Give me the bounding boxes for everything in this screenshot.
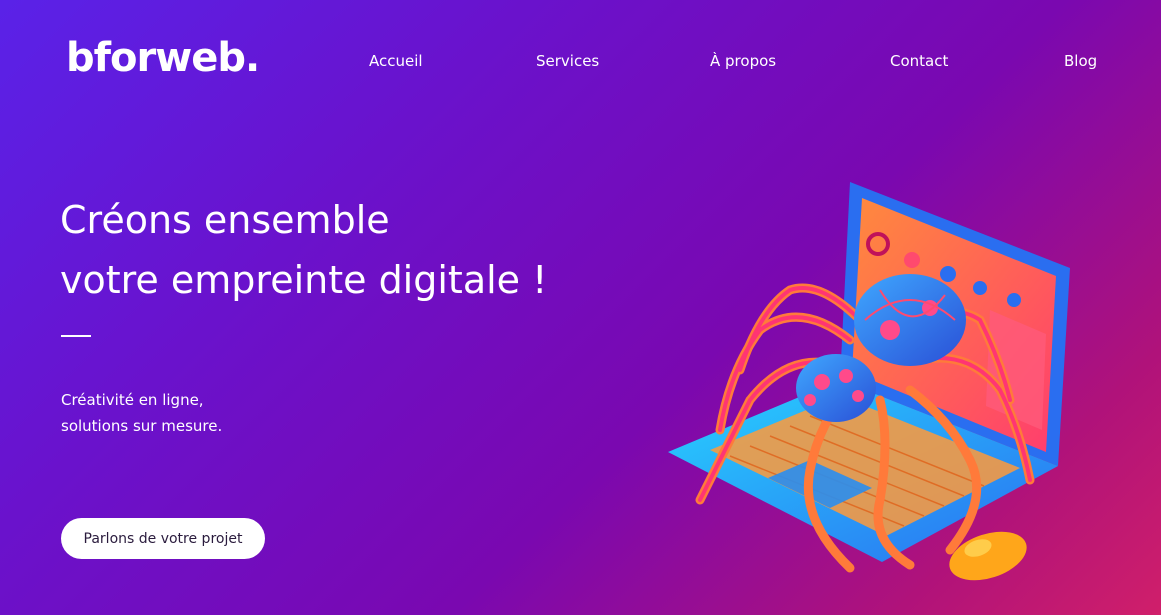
main-nav: Accueil Services À propos Contact Blog — [0, 50, 1161, 74]
contact-project-button[interactable]: Parlons de votre projet — [61, 518, 265, 559]
nav-item-a-propos[interactable]: À propos — [710, 50, 776, 72]
hero-title: Créons ensemble votre empreinte digitale… — [60, 190, 547, 310]
hero-subtitle-line-1: Créativité en ligne, — [61, 391, 204, 409]
hero-subtitle-line-2: solutions sur mesure. — [61, 417, 223, 435]
hero-divider — [61, 335, 91, 337]
hero-subtitle: Créativité en ligne, solutions sur mesur… — [61, 387, 222, 439]
hero-title-line-2: votre empreinte digitale ! — [60, 258, 548, 302]
nav-item-accueil[interactable]: Accueil — [369, 50, 423, 72]
mouse-icon — [949, 531, 1027, 581]
spider-on-laptop-illustration — [668, 182, 1070, 581]
nav-item-contact[interactable]: Contact — [890, 50, 948, 72]
nav-item-blog[interactable]: Blog — [1064, 50, 1097, 72]
nav-item-services[interactable]: Services — [536, 50, 599, 72]
site-header: bforweb. Accueil Services À propos Conta… — [0, 0, 1161, 120]
hero-title-line-1: Créons ensemble — [60, 198, 390, 242]
